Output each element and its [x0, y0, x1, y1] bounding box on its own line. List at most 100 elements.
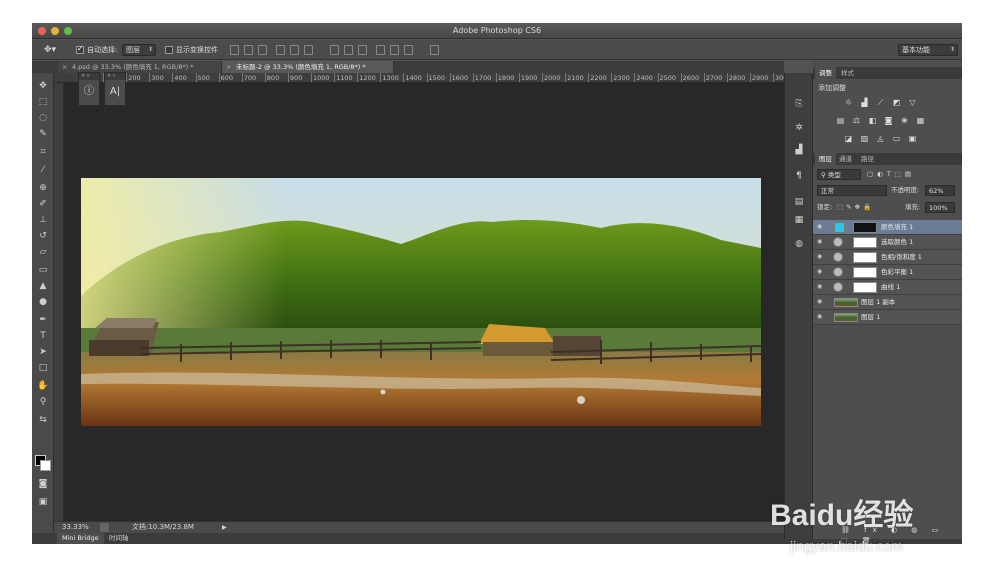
- align-left-icon[interactable]: [276, 45, 285, 55]
- distribute-left-icon[interactable]: [376, 45, 385, 55]
- black-white-icon[interactable]: ◧: [867, 115, 878, 126]
- histogram-icon[interactable]: ▟: [792, 143, 806, 157]
- eraser-tool-icon[interactable]: ▱: [35, 245, 51, 259]
- close-tab-icon[interactable]: ×: [226, 61, 231, 73]
- brightness-icon[interactable]: ☼: [843, 97, 854, 108]
- curves-icon[interactable]: ⟋: [875, 97, 886, 108]
- layer-filter-dropdown[interactable]: ⚲ 类型: [817, 169, 861, 180]
- layer-row[interactable]: ◉ 颜色填充 1: [813, 220, 962, 235]
- pen-tool-icon[interactable]: ✒: [35, 313, 51, 327]
- properties-icon[interactable]: ▤: [792, 195, 806, 209]
- visibility-eye-icon[interactable]: ◉: [817, 298, 825, 306]
- blur-tool-icon[interactable]: ▲: [35, 279, 51, 293]
- status-icon[interactable]: [100, 523, 109, 532]
- selective-color-icon[interactable]: ▣: [907, 133, 918, 144]
- levels-icon[interactable]: ▟: [859, 97, 870, 108]
- zoom-tool-icon[interactable]: ⚲: [35, 395, 51, 409]
- history-brush-icon[interactable]: ↺: [35, 229, 51, 243]
- reset-colors-icon[interactable]: ⇆: [35, 413, 51, 427]
- distribute-top-icon[interactable]: [330, 45, 339, 55]
- distribute-vcenter-icon[interactable]: [344, 45, 353, 55]
- layer-row[interactable]: ◉ 色相/饱和度 1: [813, 250, 962, 265]
- quick-select-tool-icon[interactable]: ✎: [35, 127, 51, 141]
- healing-brush-icon[interactable]: ⊕: [35, 181, 51, 195]
- fill-input[interactable]: 100%: [925, 202, 955, 213]
- status-menu-arrow-icon[interactable]: ▶: [222, 522, 227, 533]
- layer-row[interactable]: ◉ 曲线 1: [813, 280, 962, 295]
- color-balance-icon[interactable]: ⚖: [851, 115, 862, 126]
- photo-filter-icon[interactable]: ◙: [883, 115, 894, 126]
- align-right-icon[interactable]: [304, 45, 313, 55]
- auto-select-checkbox[interactable]: [76, 44, 84, 54]
- clone-stamp-icon[interactable]: ⊥: [35, 213, 51, 227]
- blend-mode-dropdown[interactable]: 正常: [817, 185, 887, 196]
- tab-mini-bridge[interactable]: Mini Bridge: [57, 533, 104, 544]
- tab-adjustments[interactable]: 调整: [815, 67, 836, 79]
- move-tool-icon[interactable]: ✥▾: [44, 44, 56, 56]
- vibrance-icon[interactable]: ▽: [907, 97, 918, 108]
- layer-filter-icons[interactable]: ▢◐T⬚▤: [867, 169, 915, 180]
- invert-icon[interactable]: ◪: [843, 133, 854, 144]
- show-transform-checkbox[interactable]: [165, 46, 173, 54]
- move-tool-icon[interactable]: ✥: [35, 79, 51, 93]
- align-top-icon[interactable]: [230, 45, 239, 55]
- type-tool-icon[interactable]: T: [35, 329, 51, 343]
- tab-layers[interactable]: 图层: [815, 153, 836, 165]
- threshold-icon[interactable]: ◬: [875, 133, 886, 144]
- screen-mode-icon[interactable]: ▣: [35, 495, 51, 509]
- layer-row[interactable]: ◉ 选取颜色 1: [813, 235, 962, 250]
- visibility-eye-icon[interactable]: ◉: [817, 268, 825, 276]
- gradient-tool-icon[interactable]: ▭: [35, 263, 51, 277]
- actions-icon[interactable]: ✲: [792, 121, 806, 135]
- tab-channels[interactable]: 通道: [835, 153, 856, 165]
- tab-styles[interactable]: 样式: [837, 67, 858, 79]
- distribute-bottom-icon[interactable]: [358, 45, 367, 55]
- posterize-icon[interactable]: ▨: [859, 133, 870, 144]
- close-tab-icon[interactable]: ×: [62, 61, 67, 73]
- visibility-eye-icon[interactable]: ◉: [817, 223, 825, 231]
- swatches-icon[interactable]: ▦: [792, 213, 806, 227]
- layer-row[interactable]: ◉ 图层 1 副本: [813, 295, 962, 310]
- exposure-icon[interactable]: ◩: [891, 97, 902, 108]
- auto-select-dropdown[interactable]: 图层: [122, 44, 156, 56]
- background-color-swatch[interactable]: [40, 460, 51, 471]
- eyedropper-tool-icon[interactable]: ⁄: [35, 163, 51, 177]
- layer-row[interactable]: ◉ 图层 1: [813, 310, 962, 325]
- hand-tool-icon[interactable]: ✋: [35, 379, 51, 393]
- align-bottom-icon[interactable]: [258, 45, 267, 55]
- layer-row[interactable]: ◉ 色彩平衡 1: [813, 265, 962, 280]
- align-hcenter-icon[interactable]: [290, 45, 299, 55]
- color-lookup-icon[interactable]: ▦: [915, 115, 926, 126]
- panel-collapse-icon[interactable]: × »: [105, 73, 125, 80]
- workspace-dropdown[interactable]: 基本功能: [898, 44, 958, 56]
- hue-saturation-icon[interactable]: ▤: [835, 115, 846, 126]
- tab-paths[interactable]: 路径: [857, 153, 878, 165]
- visibility-eye-icon[interactable]: ◉: [817, 283, 825, 291]
- lasso-tool-icon[interactable]: ◌: [35, 111, 51, 125]
- distribute-hcenter-icon[interactable]: [390, 45, 399, 55]
- auto-align-icon[interactable]: [430, 45, 439, 55]
- visibility-eye-icon[interactable]: ◉: [817, 313, 825, 321]
- lock-icons[interactable]: ⬚✎✥🔒: [837, 202, 874, 213]
- path-select-tool-icon[interactable]: ➤: [35, 345, 51, 359]
- panel-collapse-icon[interactable]: × »: [79, 73, 99, 80]
- visibility-eye-icon[interactable]: ◉: [817, 238, 825, 246]
- tab-timeline[interactable]: 时间轴: [104, 533, 134, 544]
- channel-mixer-icon[interactable]: ❀: [899, 115, 910, 126]
- visibility-eye-icon[interactable]: ◉: [817, 253, 825, 261]
- quick-mask-icon[interactable]: ◙: [35, 477, 51, 491]
- zoom-level[interactable]: 33.33%: [62, 522, 89, 533]
- align-vcenter-icon[interactable]: [244, 45, 253, 55]
- rectangle-tool-icon[interactable]: □: [35, 361, 51, 375]
- marquee-tool-icon[interactable]: ⬚: [35, 95, 51, 109]
- character-icon[interactable]: A|: [107, 84, 123, 100]
- dodge-tool-icon[interactable]: ●: [35, 295, 51, 309]
- crop-tool-icon[interactable]: ⌗: [35, 145, 51, 159]
- brush-tool-icon[interactable]: ✐: [35, 197, 51, 211]
- distribute-right-icon[interactable]: [404, 45, 413, 55]
- history-icon[interactable]: ⎘: [792, 97, 806, 111]
- info-icon[interactable]: ⓘ: [81, 84, 97, 100]
- paragraph-icon[interactable]: ¶: [792, 169, 806, 183]
- info-mini-panel[interactable]: × » ⓘ: [78, 72, 100, 106]
- document-tab[interactable]: × 未标题-2 @ 33.3% (颜色填充 1, RGB/8*) *: [222, 61, 394, 73]
